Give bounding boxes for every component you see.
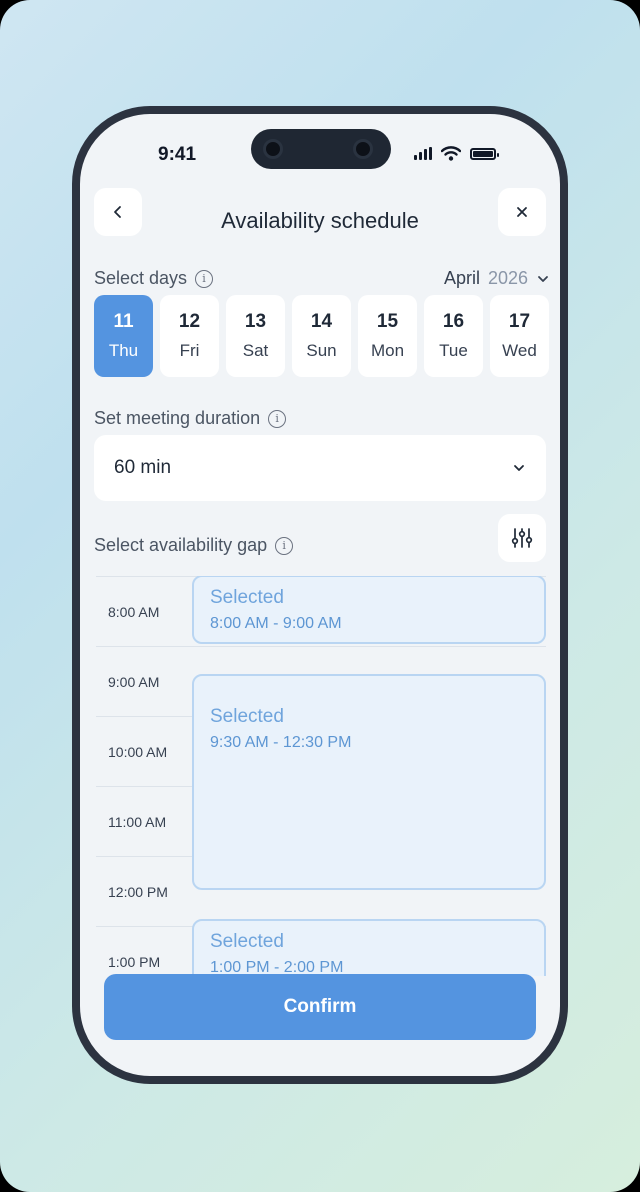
select-days-text: Select days: [94, 268, 188, 288]
month-selector[interactable]: April 2026: [444, 268, 550, 289]
day-chip[interactable]: 16 Tue: [424, 295, 483, 377]
day-weekday: Fri: [179, 341, 200, 360]
status-icons: [414, 146, 499, 161]
phone-frame: 9:41 Availability schedule Select days i…: [72, 106, 568, 1084]
sliders-icon: [511, 528, 533, 548]
day-number: 16: [442, 311, 465, 332]
day-weekday: Tue: [439, 341, 468, 360]
chevron-left-icon: [114, 206, 121, 218]
filter-button[interactable]: [498, 514, 546, 562]
sensor-icon: [353, 139, 373, 159]
day-chip[interactable]: 12 Fri: [160, 295, 219, 377]
day-chip[interactable]: 17 Wed: [490, 295, 549, 377]
duration-value: 60 min: [114, 457, 172, 478]
day-chip[interactable]: 11 Thu: [94, 295, 153, 377]
chevron-down-icon: [514, 465, 524, 471]
duration-text: Set meeting duration: [94, 408, 261, 428]
select-days-label: Select days i: [94, 268, 214, 289]
availability-timeline: 8:00 AM 9:00 AM 10:00 AM 11:00 AM 12:00 …: [96, 576, 546, 976]
time-slot[interactable]: Selected 9:30 AM - 12:30 PM: [192, 674, 546, 890]
time-label: 1:00 PM: [108, 954, 161, 970]
month-label: April: [443, 268, 480, 288]
time-label: 9:00 AM: [108, 674, 160, 690]
gap-text: Select availability gap: [94, 535, 268, 555]
time-label: 11:00 AM: [108, 814, 167, 830]
gap-label: Select availability gap i: [94, 535, 294, 556]
page-title: Availability schedule: [221, 208, 419, 233]
slot-status: Selected: [210, 587, 284, 608]
day-picker: 11 Thu 12 Fri 13 Sat 14 Sun 15 Mon 16 Tue 17 We…: [94, 295, 549, 377]
day-number: 13: [244, 311, 267, 332]
day-chip[interactable]: 15 Mon: [358, 295, 417, 377]
day-weekday: Sun: [306, 341, 337, 360]
day-weekday: Mon: [370, 341, 405, 360]
slot-status: Selected: [210, 706, 284, 727]
duration-select[interactable]: 60 min: [94, 435, 546, 501]
close-icon: [517, 207, 527, 217]
wifi-icon: [441, 146, 461, 161]
day-number: 14: [310, 311, 333, 332]
day-chip[interactable]: 14 Sun: [292, 295, 351, 377]
back-button[interactable]: [94, 188, 142, 236]
close-button[interactable]: [498, 188, 546, 236]
time-slot[interactable]: Selected 8:00 AM - 9:00 AM: [192, 576, 546, 644]
battery-icon: [470, 147, 499, 160]
camera-icon: [263, 139, 283, 159]
day-number: 12: [178, 311, 201, 332]
info-icon[interactable]: i: [195, 269, 214, 288]
day-number: 15: [376, 311, 399, 332]
time-slot[interactable]: Selected 1:00 PM - 2:00 PM: [192, 919, 546, 976]
status-time: 9:41: [158, 144, 197, 165]
duration-label: Set meeting duration i: [94, 408, 287, 429]
dynamic-island: [251, 129, 391, 169]
slot-range: 8:00 AM - 9:00 AM: [210, 615, 342, 632]
time-label: 8:00 AM: [108, 604, 160, 620]
day-number: 17: [508, 311, 531, 332]
day-weekday: Thu: [108, 341, 139, 360]
day-weekday: Sat: [242, 341, 269, 360]
time-label: 10:00 AM: [108, 744, 168, 760]
time-label: 12:00 PM: [108, 884, 168, 900]
day-number: 11: [113, 311, 134, 332]
background-card: 9:41 Availability schedule Select days i…: [0, 0, 640, 1192]
confirm-button[interactable]: Confirm: [104, 974, 536, 1040]
chevron-down-icon: [538, 275, 548, 282]
day-chip[interactable]: 13 Sat: [226, 295, 285, 377]
slot-range: 9:30 AM - 12:30 PM: [210, 734, 352, 751]
row-divider: [96, 646, 546, 647]
info-icon[interactable]: i: [275, 536, 294, 555]
signal-icon: [414, 147, 432, 160]
day-weekday: Wed: [502, 341, 537, 360]
info-icon[interactable]: i: [268, 409, 287, 428]
slot-status: Selected: [210, 931, 284, 952]
year-label: 2026: [487, 268, 528, 288]
